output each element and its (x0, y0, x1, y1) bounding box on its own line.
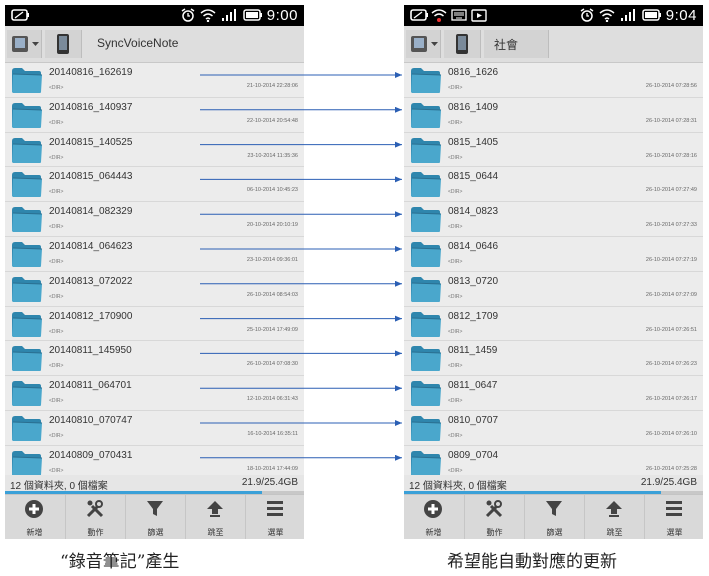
left-caption: “錄音筆記”產生 (60, 552, 180, 572)
right-caption: 希望能自動對應的更新 (447, 552, 617, 572)
mapping-arrows (200, 72, 402, 461)
